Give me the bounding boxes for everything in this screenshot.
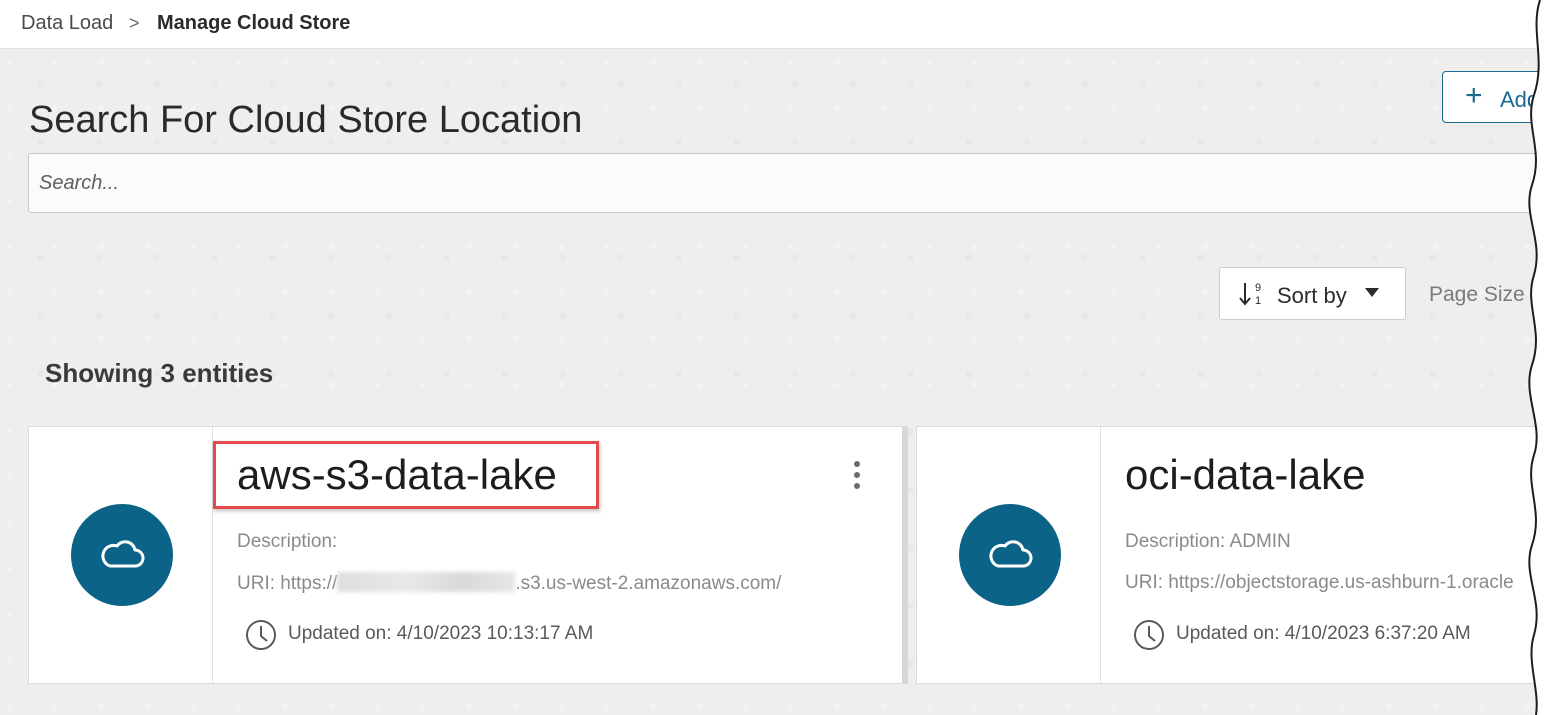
cloud-store-card[interactable]: aws-s3-data-lake Description: URI: https… — [28, 426, 908, 684]
sort-icon: 9 1 — [1239, 282, 1261, 307]
plus-icon: + — [1465, 79, 1483, 112]
card-name[interactable]: aws-s3-data-lake — [237, 451, 557, 499]
torn-edge — [1528, 0, 1549, 715]
card-uri-prefix: URI: https:// — [237, 573, 338, 594]
card-icon-column — [917, 427, 1101, 683]
card-description: Description: ADMIN — [1125, 531, 1291, 552]
card-description: Description: — [237, 531, 338, 552]
card-uri: URI: https:// .s3.us-west-2.amazonaws.com… — [237, 572, 781, 595]
redacted-bucket — [337, 572, 516, 592]
breadcrumb-current: Manage Cloud Store — [157, 12, 351, 34]
card-updated-text: Updated on: 4/10/2023 10:13:17 AM — [288, 623, 594, 644]
card-uri-suffix: .s3.us-west-2.amazonaws.com/ — [515, 573, 782, 594]
cloud-store-card[interactable]: oci-data-lake Description: ADMIN URI: ht… — [916, 426, 1549, 684]
page-title: Search For Cloud Store Location — [29, 99, 583, 142]
entities-count: Showing 3 entities — [45, 358, 274, 388]
cloud-icon — [959, 504, 1061, 606]
cloud-icon — [71, 504, 173, 606]
sort-by-button[interactable]: 9 1 Sort by — [1219, 267, 1406, 320]
clock-icon — [246, 620, 276, 650]
breadcrumb-data-load[interactable]: Data Load — [21, 12, 113, 35]
more-options-icon[interactable] — [847, 461, 867, 497]
clock-icon — [1134, 620, 1164, 650]
svg-text:9: 9 — [1255, 282, 1261, 294]
card-icon-column — [29, 427, 213, 683]
card-name[interactable]: oci-data-lake — [1125, 451, 1365, 499]
search-input[interactable] — [28, 153, 1549, 213]
breadcrumb-separator: > — [129, 13, 140, 33]
card-uri: URI: https://objectstorage.us-ashburn-1.… — [1125, 572, 1514, 593]
card-updated-text: Updated on: 4/10/2023 6:37:20 AM — [1176, 623, 1471, 644]
top-bar: Data Load > Manage Cloud Store — [0, 0, 1549, 49]
caret-down-icon — [1365, 288, 1379, 297]
svg-text:1: 1 — [1255, 295, 1261, 307]
sort-by-label: Sort by — [1277, 283, 1347, 308]
